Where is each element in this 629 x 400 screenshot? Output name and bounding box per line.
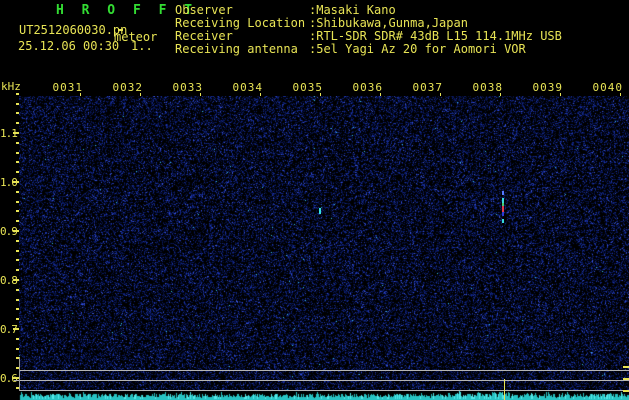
freq-tick-minor — [16, 93, 19, 95]
time-label: 0038 — [472, 81, 503, 94]
freq-label: 1.0 — [0, 176, 18, 189]
freq-label: 0.9 — [0, 225, 18, 238]
time-label: 0034 — [232, 81, 263, 94]
freq-label: 0.8 — [0, 274, 18, 287]
time-label: 0036 — [352, 81, 383, 94]
time-label: 0031 — [52, 81, 83, 94]
right-edge-tick-lower — [623, 390, 629, 392]
time-label: 0035 — [292, 81, 323, 94]
meteor-echo-segment — [319, 208, 321, 214]
right-edge-tick-upper — [623, 366, 629, 368]
echo-counter: 1.. — [131, 39, 153, 53]
freq-label: 1.1 — [0, 127, 18, 140]
time-label: 0040 — [592, 81, 623, 94]
observation-datetime: 25.12.06 00:30 — [18, 39, 120, 53]
time-label: 0039 — [532, 81, 563, 94]
ref-line-middle — [14, 380, 629, 381]
output-filename: UT2512060030.pn — [19, 23, 128, 37]
freq-axis-unit-label: kHz — [1, 80, 21, 93]
detection-marker-line — [504, 379, 505, 400]
meteor-echo-segment — [502, 212, 504, 216]
time-label: 0032 — [112, 81, 143, 94]
overlapped-glyph-artifact — [118, 29, 123, 31]
freq-label: 0.6 — [0, 372, 18, 385]
info-label-antenna: Receiving antenna — [175, 42, 298, 56]
meteor-echo-segment — [502, 191, 504, 195]
time-label: 0033 — [172, 81, 203, 94]
meteor-echo-segment — [502, 219, 504, 223]
time-label: 0037 — [412, 81, 443, 94]
freq-label: 0.7 — [0, 323, 18, 336]
spectrogram-canvas — [19, 96, 629, 400]
hrofft-window: H R O F F T UT2512060030.pn meteor 25.12… — [0, 0, 629, 400]
ref-line-lower — [19, 390, 629, 391]
ref-box-left-border — [19, 357, 20, 391]
right-edge-tick-middle — [623, 378, 629, 380]
ref-line-upper — [19, 370, 629, 371]
info-value-antenna: :5el Yagi Az 20 for Aomori VOR — [309, 42, 526, 56]
